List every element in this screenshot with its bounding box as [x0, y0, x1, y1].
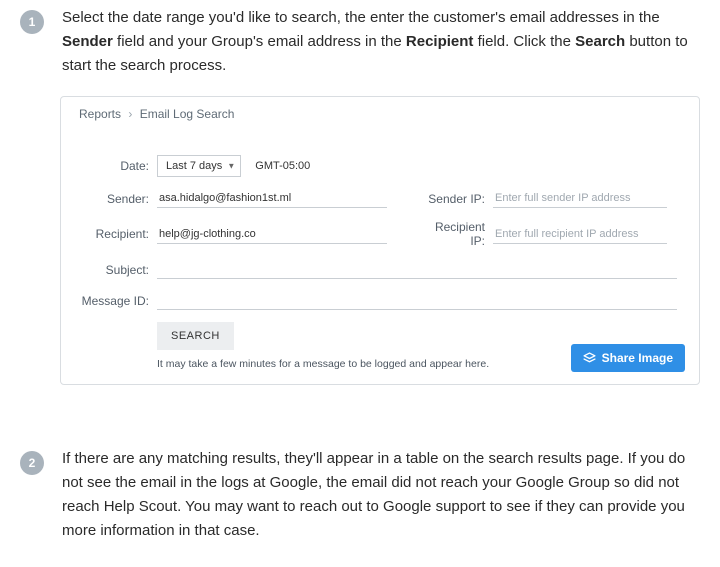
breadcrumb-separator: › [128, 107, 132, 121]
label-recipient: Recipient: [79, 227, 157, 241]
date-value: Last 7 days [166, 160, 222, 172]
step1-part-b: field and your Group's email address in … [113, 33, 406, 50]
date-dropdown[interactable]: Last 7 days ▼ [157, 155, 241, 177]
step-number-1: 1 [20, 10, 44, 34]
label-sender-ip: Sender IP: [417, 192, 493, 206]
row-sender: Sender: Sender IP: [79, 189, 681, 208]
step-1: 1 Select the date range you'd like to se… [0, 0, 720, 78]
sender-ip-input[interactable] [493, 189, 667, 208]
timezone-label: GMT-05:00 [255, 160, 310, 172]
label-date: Date: [79, 159, 157, 173]
email-log-search-panel: Reports › Email Log Search Date: Last 7 … [60, 96, 700, 385]
label-subject: Subject: [79, 263, 157, 277]
label-sender: Sender: [79, 192, 157, 206]
breadcrumb-leaf: Email Log Search [140, 107, 235, 121]
step1-part-a: Select the date range you'd like to sear… [62, 9, 660, 26]
message-id-input[interactable] [157, 291, 677, 310]
bold-recipient: Recipient [406, 33, 474, 50]
layers-icon [583, 352, 596, 365]
row-subject: Subject: [79, 260, 681, 279]
share-image-button[interactable]: Share Image [571, 344, 685, 372]
recipient-input[interactable] [157, 225, 387, 244]
step1-part-c: field. Click the [473, 33, 575, 50]
breadcrumb: Reports › Email Log Search [79, 107, 681, 121]
label-message-id: Message ID: [79, 294, 157, 308]
search-form: Date: Last 7 days ▼ GMT-05:00 Sender: Se… [79, 155, 681, 370]
row-recipient: Recipient: Recipient IP: [79, 220, 681, 248]
step-2: 2 If there are any matching results, the… [0, 441, 720, 567]
search-button[interactable]: SEARCH [157, 322, 234, 350]
breadcrumb-root[interactable]: Reports [79, 107, 121, 121]
step-1-text: Select the date range you'd like to sear… [62, 6, 700, 78]
row-message-id: Message ID: [79, 291, 681, 310]
sender-input[interactable] [157, 189, 387, 208]
chevron-down-icon: ▼ [227, 162, 235, 171]
bold-search: Search [575, 33, 625, 50]
row-date: Date: Last 7 days ▼ GMT-05:00 [79, 155, 681, 177]
recipient-ip-input[interactable] [493, 225, 667, 244]
share-button-label: Share Image [602, 351, 673, 365]
bold-sender: Sender [62, 33, 113, 50]
panel-wrap: Reports › Email Log Search Date: Last 7 … [0, 78, 720, 425]
subject-input[interactable] [157, 260, 677, 279]
step-2-text: If there are any matching results, they'… [62, 447, 700, 543]
step-number-2: 2 [20, 451, 44, 475]
label-recipient-ip: Recipient IP: [417, 220, 493, 248]
